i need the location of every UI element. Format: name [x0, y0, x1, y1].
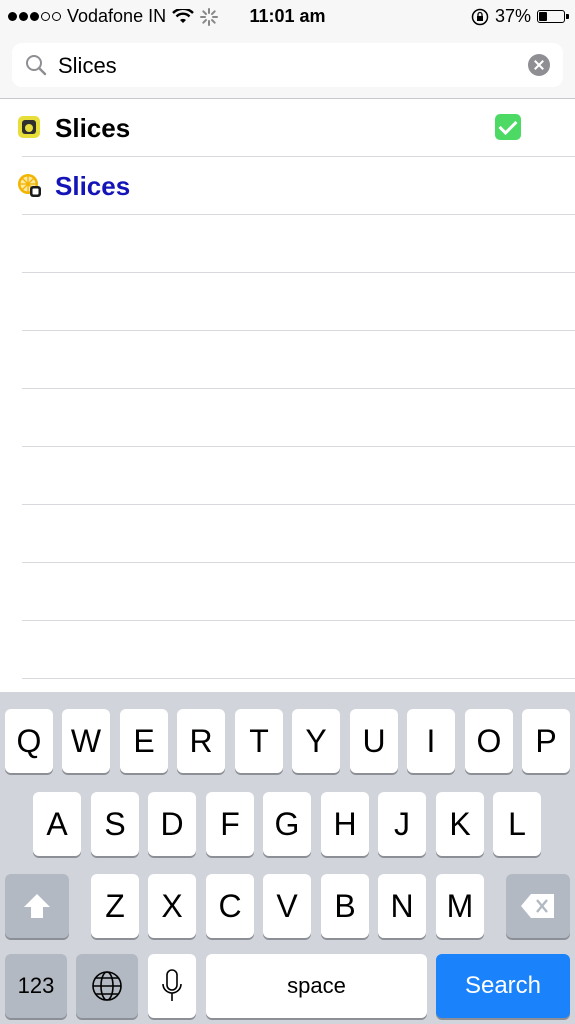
key-x[interactable]: X — [148, 874, 196, 938]
clear-icon[interactable] — [528, 54, 550, 76]
microphone-icon — [162, 969, 182, 1001]
key-t[interactable]: T — [235, 709, 283, 773]
key-z[interactable]: Z — [91, 874, 139, 938]
empty-row — [22, 273, 575, 331]
key-m[interactable]: M — [436, 874, 484, 938]
empty-row — [22, 447, 575, 505]
key-d[interactable]: D — [148, 792, 196, 856]
battery-icon — [537, 10, 569, 23]
key-y[interactable]: Y — [292, 709, 340, 773]
key-h[interactable]: H — [321, 792, 369, 856]
key-g[interactable]: G — [263, 792, 311, 856]
numbers-key[interactable]: 123 — [5, 954, 67, 1018]
key-b[interactable]: B — [321, 874, 369, 938]
key-a[interactable]: A — [33, 792, 81, 856]
key-l[interactable]: L — [493, 792, 541, 856]
globe-key[interactable] — [76, 954, 138, 1018]
key-r[interactable]: R — [177, 709, 225, 773]
search-field[interactable] — [12, 43, 563, 87]
globe-icon — [92, 971, 122, 1001]
keyboard: Q W E R T Y U I O P A S D F G H J K L Z … — [0, 692, 575, 1024]
results-list: Slices Slices — [0, 99, 575, 679]
shift-icon — [24, 894, 50, 918]
battery-fill — [539, 12, 547, 21]
key-f[interactable]: F — [206, 792, 254, 856]
list-item[interactable]: Slices — [18, 157, 575, 215]
key-p[interactable]: P — [522, 709, 570, 773]
result-label: Slices — [55, 171, 131, 201]
backspace-icon — [521, 894, 554, 918]
delete-key[interactable] — [506, 874, 570, 938]
space-key[interactable]: space — [206, 954, 427, 1018]
list-item[interactable]: Slices — [18, 99, 575, 157]
status-bar: Vodafone IN 11:01 am 37% — [0, 0, 575, 33]
empty-row — [22, 331, 575, 389]
key-k[interactable]: K — [436, 792, 484, 856]
empty-row — [22, 505, 575, 563]
slices-package-icon — [18, 174, 41, 197]
search-input[interactable] — [56, 49, 520, 83]
search-key[interactable]: Search — [436, 954, 570, 1018]
slices-app-icon — [18, 116, 40, 138]
status-right: 37% — [471, 6, 569, 27]
key-i[interactable]: I — [407, 709, 455, 773]
rotation-lock-icon — [471, 8, 489, 25]
result-label: Slices — [55, 113, 131, 143]
search-bar — [0, 33, 575, 99]
dictation-key[interactable] — [148, 954, 196, 1018]
key-u[interactable]: U — [350, 709, 398, 773]
battery-percent: 37% — [494, 6, 531, 26]
empty-row — [22, 215, 575, 273]
key-j[interactable]: J — [378, 792, 426, 856]
magnifier-icon — [26, 55, 47, 76]
key-s[interactable]: S — [91, 792, 139, 856]
empty-row — [22, 389, 575, 447]
key-w[interactable]: W — [62, 709, 110, 773]
key-e[interactable]: E — [120, 709, 168, 773]
shift-key[interactable] — [5, 874, 69, 938]
empty-row — [22, 563, 575, 621]
key-q[interactable]: Q — [5, 709, 53, 773]
key-v[interactable]: V — [263, 874, 311, 938]
empty-row — [22, 621, 575, 679]
checkmark-icon — [495, 114, 521, 140]
key-o[interactable]: O — [465, 709, 513, 773]
key-c[interactable]: C — [206, 874, 254, 938]
key-n[interactable]: N — [378, 874, 426, 938]
